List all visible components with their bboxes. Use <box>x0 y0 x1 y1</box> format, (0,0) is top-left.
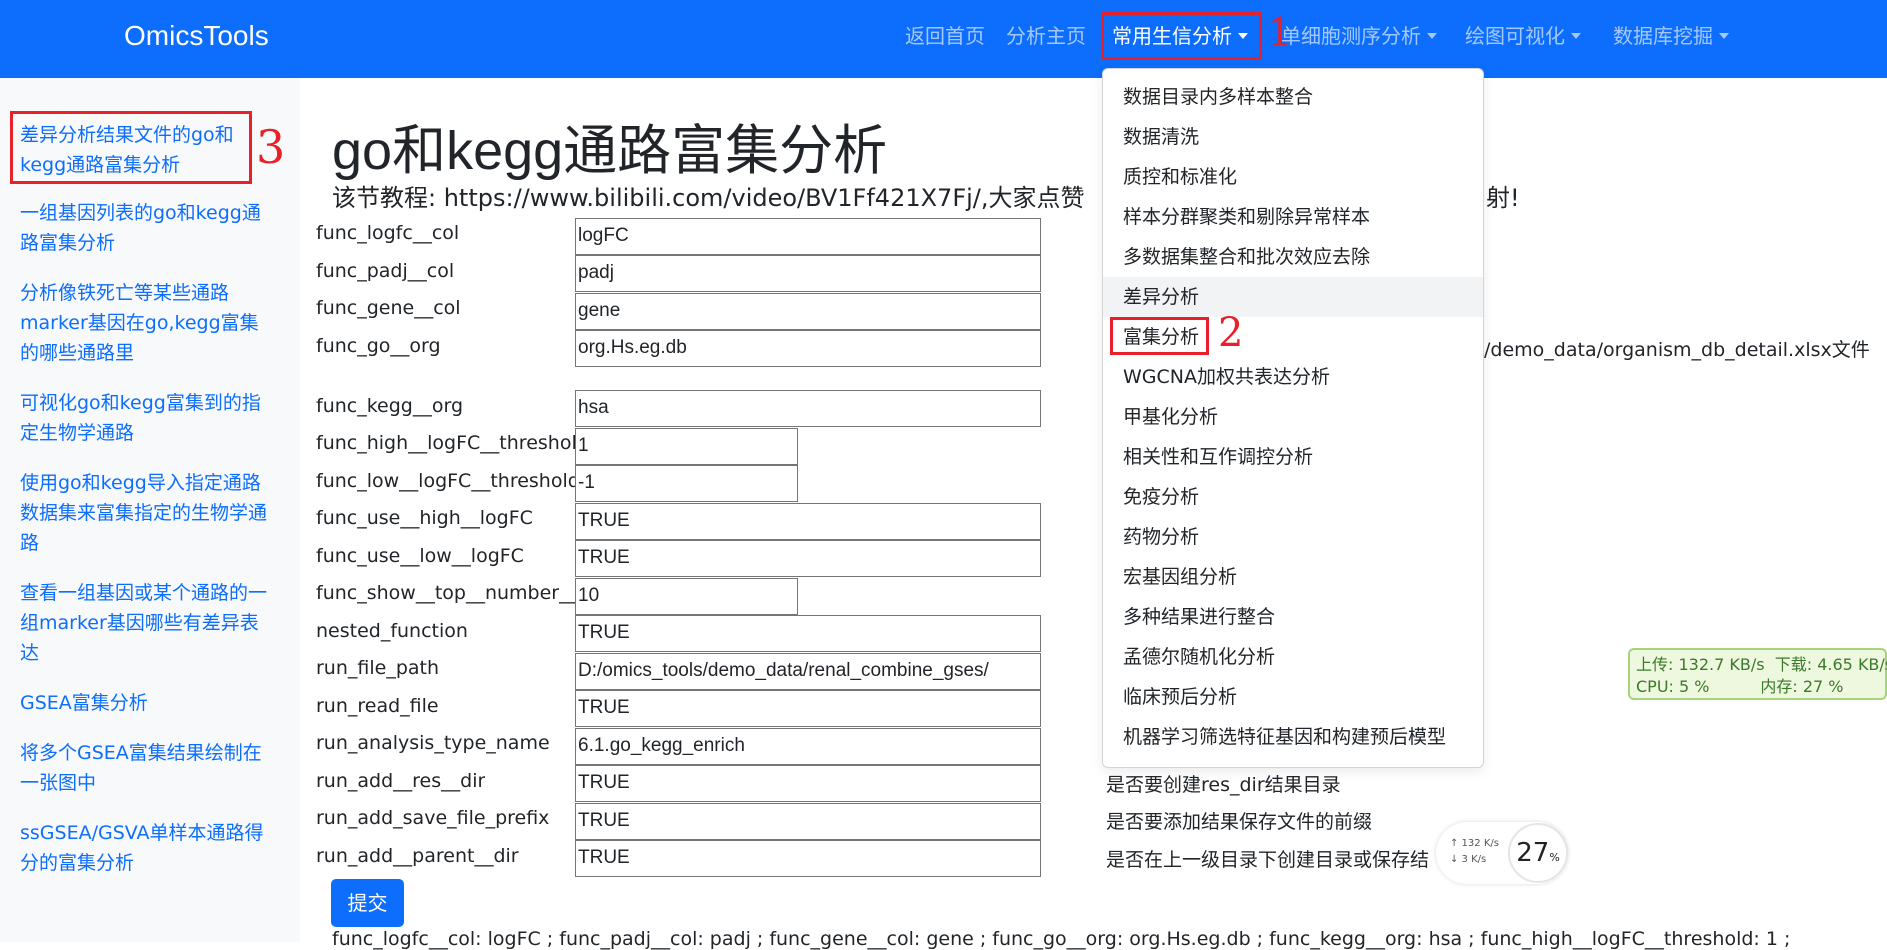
menu-item-clinical-prognosis[interactable]: 临床预后分析 <box>1103 677 1483 717</box>
label-run-file-path: run_file_path <box>316 657 440 679</box>
sidebar-item-gsea[interactable]: GSEA富集分析 <box>20 688 272 718</box>
label-func-gene-col: func_gene__col <box>316 297 461 319</box>
nav-link-home[interactable]: 返回首页 <box>905 20 985 49</box>
label-func-kegg-org: func_kegg__org <box>316 395 464 417</box>
input-func-use-low-logfc[interactable]: TRUE <box>575 540 1041 577</box>
top-navbar: OmicsTools 返回首页 分析主页 常用生信分析 单细胞测序分析 绘图可视… <box>0 0 1887 78</box>
nav-dropdown-label: 数据库挖掘 <box>1613 24 1713 48</box>
chevron-down-icon <box>1427 33 1437 39</box>
input-func-logfc-col[interactable]: logFC <box>575 218 1041 255</box>
input-func-go-org[interactable]: org.Hs.eg.db <box>575 330 1041 367</box>
res-dir-description: 是否要创建res_dir结果目录 <box>1106 774 1341 796</box>
input-run-analysis-type-name[interactable]: 6.1.go_kegg_enrich <box>575 728 1041 765</box>
speed-up-text: ↑ 132 K/s <box>1450 838 1499 849</box>
cpu-usage: CPU: 5 % <box>1636 677 1710 696</box>
network-monitor-widget[interactable]: 上传: 132.7 KB/s 下载: 4.65 KB/s CPU: 5 % 内存… <box>1628 648 1887 700</box>
brand-logo[interactable]: OmicsTools <box>124 20 269 52</box>
go-org-description: /demo_data/organism_db_detail.xlsx文件 <box>1484 339 1870 361</box>
submit-button[interactable]: 提交 <box>331 879 404 927</box>
nav-dropdown-database[interactable]: 数据库挖掘 <box>1613 20 1729 49</box>
nav-link-analysis-home[interactable]: 分析主页 <box>1006 20 1086 49</box>
input-run-add-save-file-prefix[interactable]: TRUE <box>575 803 1041 840</box>
nav-dropdown-single-cell[interactable]: 单细胞测序分析 <box>1281 20 1437 49</box>
menu-item-mendelian-randomization[interactable]: 孟德尔随机化分析 <box>1103 637 1483 677</box>
input-run-read-file[interactable]: TRUE <box>575 690 1041 727</box>
download-speed: 下载: 4.65 KB/s <box>1774 655 1887 674</box>
memory-usage: 内存: 27 % <box>1760 677 1844 696</box>
input-nested-function[interactable]: TRUE <box>575 615 1041 652</box>
menu-item-correlation[interactable]: 相关性和互作调控分析 <box>1103 437 1483 477</box>
menu-item-sample-clustering[interactable]: 样本分群聚类和剔除异常样本 <box>1103 197 1483 237</box>
input-run-add-res-dir[interactable]: TRUE <box>575 765 1041 802</box>
menu-item-machine-learning[interactable]: 机器学习筛选特征基因和构建预后模型 <box>1103 717 1483 757</box>
input-run-file-path[interactable]: D:/omics_tools/demo_data/renal_combine_g… <box>575 653 1041 690</box>
label-nested-function: nested_function <box>316 620 468 642</box>
save-prefix-description: 是否要添加结果保存文件的前缀 <box>1106 811 1373 833</box>
menu-item-immune[interactable]: 免疫分析 <box>1103 477 1483 517</box>
input-func-padj-col[interactable]: padj <box>575 255 1041 292</box>
sidebar: 差异分析结果文件的go和kegg通路富集分析 一组基因列表的go和kegg通路富… <box>0 78 300 942</box>
input-func-show-top-number[interactable]: 10 <box>575 578 798 615</box>
label-func-high-logfc-threshold: func_high__logFC__threshold <box>316 432 575 454</box>
annotation-mark-3: 3 <box>256 120 286 174</box>
annotation-box-enrichment <box>1110 317 1209 355</box>
menu-item-wgcna[interactable]: WGCNA加权共表达分析 <box>1103 357 1483 397</box>
parent-dir-description: 是否在上一级目录下创建目录或保存结 <box>1106 849 1430 871</box>
annotation-box-nav <box>1101 12 1262 60</box>
menu-item-qc-normalize[interactable]: 质控和标准化 <box>1103 157 1483 197</box>
menu-item-drug[interactable]: 药物分析 <box>1103 517 1483 557</box>
sidebar-item-ssgsea-gsva[interactable]: ssGSEA/GSVA单样本通路得分的富集分析 <box>20 818 272 878</box>
input-func-use-high-logfc[interactable]: TRUE <box>575 503 1041 540</box>
label-run-read-file: run_read_file <box>316 695 439 717</box>
speed-down-text: ↓ 3 K/s <box>1450 854 1487 865</box>
input-func-gene-col[interactable]: gene <box>575 293 1041 330</box>
input-func-low-logfc-threshold[interactable]: -1 <box>575 465 798 502</box>
label-func-use-low-logfc: func_use__low__logFC <box>316 545 524 567</box>
tutorial-link[interactable]: 该节教程: https://www.bilibili.com/video/BV1… <box>332 178 1085 213</box>
memory-percent-circle: 27% <box>1508 823 1568 883</box>
sidebar-item-pathway-marker[interactable]: 分析像铁死亡等某些通路marker基因在go,kegg富集的哪些通路里 <box>20 278 272 368</box>
menu-item-methylation[interactable]: 甲基化分析 <box>1103 397 1483 437</box>
sidebar-item-custom-pathway[interactable]: 使用go和kegg导入指定通路数据集来富集指定的生物学通路 <box>20 468 272 558</box>
menu-item-data-cleaning[interactable]: 数据清洗 <box>1103 117 1483 157</box>
input-func-kegg-org[interactable]: hsa <box>575 390 1041 427</box>
menu-item-result-integration[interactable]: 多种结果进行整合 <box>1103 597 1483 637</box>
nav-dropdown-plotting[interactable]: 绘图可视化 <box>1465 20 1581 49</box>
sidebar-item-multi-gsea[interactable]: 将多个GSEA富集结果绘制在一张图中 <box>20 738 272 798</box>
params-summary: func_logfc__col: logFC ; func_padj__col:… <box>332 928 1791 950</box>
nav-dropdown-label: 绘图可视化 <box>1465 24 1565 48</box>
menu-item-metagenome[interactable]: 宏基因组分析 <box>1103 557 1483 597</box>
label-func-go-org: func_go__org <box>316 335 441 357</box>
label-run-add-res-dir: run_add__res__dir <box>316 770 486 792</box>
annotation-box-sidebar <box>10 111 252 184</box>
label-func-use-high-logfc: func_use__high__logFC <box>316 507 533 529</box>
memory-percent-unit: % <box>1549 851 1560 864</box>
label-run-add-parent-dir: run_add__parent__dir <box>316 845 519 867</box>
common-bioinfo-dropdown-menu: 数据目录内多样本整合 数据清洗 质控和标准化 样本分群聚类和剔除异常样本 多数据… <box>1102 68 1484 768</box>
speed-bubble-widget[interactable]: ↑ 132 K/s ↓ 3 K/s 27% <box>1436 822 1568 884</box>
sidebar-item-marker-diff[interactable]: 查看一组基因或某个通路的一组marker基因哪些有差异表达 <box>20 578 272 668</box>
label-func-show-top-number: func_show__top__number__ <box>316 582 575 604</box>
label-func-low-logfc-threshold: func_low__logFC__threshold <box>316 470 575 492</box>
annotation-mark-1: 1 <box>1268 10 1293 54</box>
sidebar-item-visualize-pathway[interactable]: 可视化go和kegg富集到的指定生物学通路 <box>20 388 272 448</box>
menu-item-diff-analysis[interactable]: 差异分析 <box>1103 277 1483 317</box>
upload-speed: 上传: 132.7 KB/s <box>1636 655 1765 674</box>
label-func-logfc-col: func_logfc__col <box>316 222 460 244</box>
memory-percent-value: 27 <box>1516 838 1550 868</box>
annotation-mark-2: 2 <box>1218 310 1244 356</box>
chevron-down-icon <box>1571 33 1581 39</box>
page-title: go和kegg通路富集分析 <box>332 121 888 181</box>
menu-item-multi-sample-merge[interactable]: 数据目录内多样本整合 <box>1103 77 1483 117</box>
label-func-padj-col: func_padj__col <box>316 260 455 282</box>
chevron-down-icon <box>1719 33 1729 39</box>
label-run-add-save-file-prefix: run_add_save_file_prefix <box>316 807 550 829</box>
label-run-analysis-type-name: run_analysis_type_name <box>316 732 550 754</box>
tutorial-tail: 射! <box>1486 184 1520 212</box>
nav-dropdown-label: 单细胞测序分析 <box>1281 24 1421 48</box>
input-run-add-parent-dir[interactable]: TRUE <box>575 840 1041 877</box>
input-func-high-logfc-threshold[interactable]: 1 <box>575 428 798 465</box>
menu-item-batch-effect[interactable]: 多数据集整合和批次效应去除 <box>1103 237 1483 277</box>
sidebar-item-go-kegg-genelist[interactable]: 一组基因列表的go和kegg通路富集分析 <box>20 198 272 258</box>
